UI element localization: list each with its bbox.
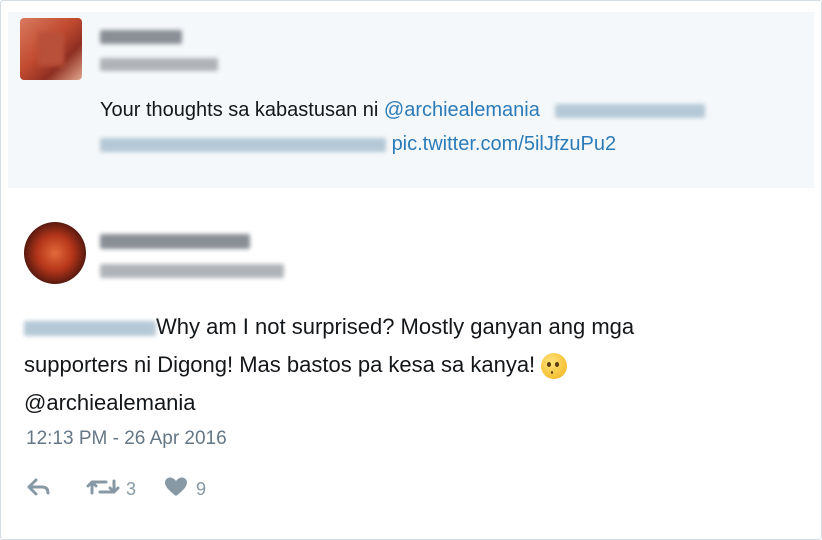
blurred-mentions xyxy=(555,103,706,118)
retweet-button[interactable]: 3 xyxy=(86,476,136,503)
like-button[interactable]: 9 xyxy=(164,476,206,503)
reply-text: supporters ni Digong! Mas bastos pa kesa… xyxy=(24,352,536,377)
reply-author-avatar[interactable] xyxy=(24,222,86,284)
tweet-timestamp[interactable]: 12:13 PM - 26 Apr 2016 xyxy=(26,428,227,450)
reply-text: Why am I not surprised? Mostly ganyan an… xyxy=(156,314,635,339)
like-count: 9 xyxy=(196,478,207,499)
mention-link[interactable]: @archiealemania xyxy=(384,99,540,121)
quoted-tweet-text-line1: Your thoughts sa kabastusan ni @archieal… xyxy=(100,99,706,122)
reply-text-line1: Why am I not surprised? Mostly ganyan an… xyxy=(24,309,634,345)
quoted-author-name-blurred[interactable] xyxy=(100,30,182,49)
reply-button[interactable] xyxy=(26,476,52,503)
rolling-eyes-emoji-icon xyxy=(541,353,568,380)
quoted-author-avatar[interactable] xyxy=(20,18,82,80)
reply-text-line2: supporters ni Digong! Mas bastos pa kesa… xyxy=(24,347,568,383)
reply-icon xyxy=(26,476,52,503)
quoted-author-handle-blurred xyxy=(100,58,218,76)
retweet-count: 3 xyxy=(126,478,137,499)
reply-author-name-blurred[interactable] xyxy=(100,234,250,254)
blurred-mentions xyxy=(100,137,386,152)
reply-mention-link[interactable]: @archiealemania xyxy=(24,385,196,421)
like-icon xyxy=(164,476,188,503)
blurred-reply-mention xyxy=(24,320,156,336)
pic-link[interactable]: pic.twitter.com/5ilJfzuPu2 xyxy=(392,133,617,155)
retweet-icon xyxy=(86,476,120,503)
quoted-tweet-text-line2: pic.twitter.com/5ilJfzuPu2 xyxy=(100,133,616,156)
tweet-actions: 3 9 xyxy=(26,476,206,502)
quoted-tweet-text: Your thoughts sa kabastusan ni xyxy=(100,99,384,121)
reply-author-handle-blurred xyxy=(100,264,284,283)
